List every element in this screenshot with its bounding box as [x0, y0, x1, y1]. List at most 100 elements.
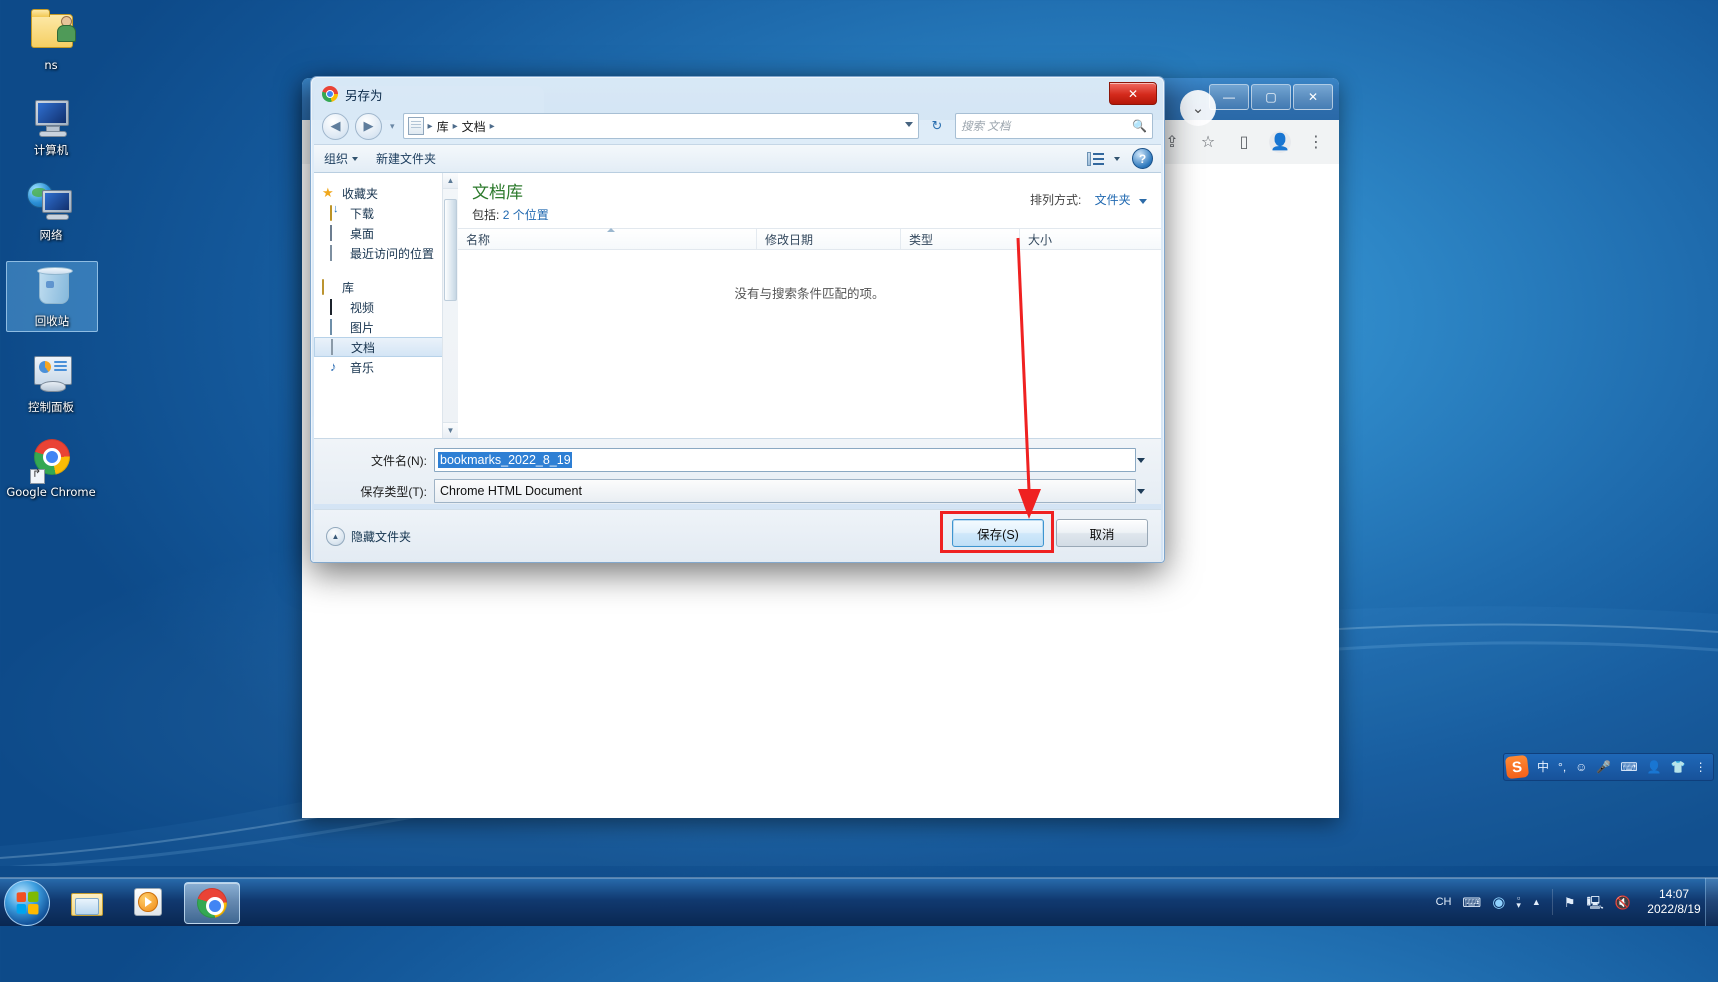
- organize-label: 组织: [324, 152, 349, 166]
- nav-item-label: 下载: [350, 206, 375, 221]
- desktop-icon-google-chrome[interactable]: Google Chrome: [6, 433, 96, 502]
- navigation-pane[interactable]: ★ 收藏夹 下载 桌面 最近访问的位置 库 视频: [314, 173, 458, 438]
- dialog-main-area: ★ 收藏夹 下载 桌面 最近访问的位置 库 视频: [314, 173, 1161, 439]
- breadcrumb-item-documents[interactable]: 文档: [462, 118, 486, 135]
- show-desktop-button[interactable]: [1705, 878, 1718, 926]
- sidepanel-icon[interactable]: ▯: [1233, 131, 1255, 153]
- desktop-icon-label: 网络: [39, 228, 63, 242]
- savetype-dropdown-icon[interactable]: [1134, 480, 1148, 502]
- sogou-ime-toolbar[interactable]: S 中 °, ☺ 🎤 ⌨ 👤 👕 ⋮: [1503, 753, 1714, 781]
- ime-skin-icon[interactable]: 👕: [1671, 761, 1686, 773]
- organize-button[interactable]: 组织: [324, 150, 359, 167]
- back-button[interactable]: ◀: [322, 112, 349, 140]
- column-header-type[interactable]: 类型: [901, 229, 1020, 249]
- filename-dropdown-icon[interactable]: [1134, 449, 1148, 471]
- arrange-value[interactable]: 文件夹: [1095, 193, 1131, 207]
- ime-punctuation-icon[interactable]: °,: [1558, 761, 1566, 773]
- maximize-button[interactable]: ▢: [1251, 84, 1291, 110]
- profile-icon[interactable]: 👤: [1269, 131, 1291, 153]
- savetype-select[interactable]: Chrome HTML Document: [434, 479, 1136, 503]
- dialog-navigation-bar: ◀ ▶ ▾ ▸ 库 ▸ 文档 ▸ ↻ 搜索 文档 🔍: [314, 108, 1161, 144]
- nav-item-desktop[interactable]: 桌面: [314, 223, 458, 243]
- action-center-icon[interactable]: 🖳: [1586, 896, 1603, 909]
- breadcrumb-dropdown-icon[interactable]: [905, 122, 913, 127]
- system-tray: CH ⌨ ◉ ▫ ▾ ▲ ⚑ 🖳 🔇 14:07 2022/8/19: [1422, 878, 1718, 926]
- desktop-icon-recycle-bin[interactable]: 回收站: [6, 261, 98, 332]
- navigation-pane-scrollbar[interactable]: ▲ ▼: [442, 173, 458, 438]
- taskbar: CH ⌨ ◉ ▫ ▾ ▲ ⚑ 🖳 🔇 14:07 2022/8/19: [0, 877, 1718, 926]
- nav-item-documents[interactable]: 文档: [314, 337, 458, 357]
- change-view-button[interactable]: [1087, 151, 1120, 166]
- dialog-close-button[interactable]: ✕: [1109, 82, 1157, 105]
- desktop-icon-label: Google Chrome: [6, 485, 96, 499]
- desktop-icon-network[interactable]: 网络: [6, 176, 96, 245]
- scroll-down-arrow-icon[interactable]: ▼: [443, 422, 458, 438]
- forward-button[interactable]: ▶: [355, 112, 382, 140]
- nav-item-favorites[interactable]: ★ 收藏夹: [314, 183, 458, 203]
- column-label: 名称: [466, 232, 491, 247]
- includes-locations-link[interactable]: 2 个位置: [503, 208, 549, 222]
- ime-voice-icon[interactable]: 🎤: [1596, 761, 1611, 773]
- help-icon[interactable]: ◉: [1492, 895, 1505, 910]
- refresh-button[interactable]: ↻: [925, 113, 949, 139]
- scrollbar-thumb[interactable]: [444, 199, 457, 301]
- cancel-button[interactable]: 取消: [1056, 519, 1148, 547]
- desktop-icon-computer[interactable]: 计算机: [6, 91, 96, 160]
- nav-item-label: 最近访问的位置: [350, 246, 435, 261]
- close-button[interactable]: ✕: [1293, 84, 1333, 110]
- ime-account-icon[interactable]: 👤: [1647, 761, 1662, 773]
- savetype-row: 保存类型(T): Chrome HTML Document: [314, 478, 1161, 504]
- taskbar-item-windows-explorer[interactable]: [60, 882, 114, 922]
- search-input[interactable]: 搜索 文档 🔍: [955, 113, 1153, 139]
- network-error-icon[interactable]: ⚑: [1564, 896, 1576, 909]
- save-as-dialog[interactable]: 另存为 ✕ ◀ ▶ ▾ ▸ 库 ▸ 文档 ▸ ↻ 搜索 文档 🔍 组织 新建文件…: [310, 76, 1165, 563]
- nav-item-pictures[interactable]: 图片: [314, 317, 458, 337]
- start-button[interactable]: [4, 880, 50, 926]
- taskbar-item-windows-media-player[interactable]: [122, 882, 176, 922]
- scroll-up-arrow-icon[interactable]: ▲: [443, 173, 458, 189]
- nav-item-music[interactable]: ♪ 音乐: [314, 357, 458, 377]
- clock[interactable]: 14:07 2022/8/19: [1642, 887, 1706, 917]
- breadcrumb-item-library[interactable]: 库: [437, 118, 449, 135]
- sogou-logo-icon[interactable]: S: [1504, 754, 1530, 780]
- nav-item-recent-places[interactable]: 最近访问的位置: [314, 243, 458, 263]
- new-tab-chevron-icon[interactable]: ⌄: [1180, 90, 1216, 126]
- recent-locations-caret-icon[interactable]: ▾: [390, 121, 395, 132]
- desktop-icon-control-panel[interactable]: 控制面板: [6, 348, 96, 417]
- nav-item-label: 桌面: [350, 226, 375, 241]
- keyboard-icon[interactable]: ⌨: [1463, 896, 1482, 909]
- nav-item-libraries[interactable]: 库: [314, 277, 458, 297]
- kebab-menu-icon[interactable]: ⋮: [1305, 131, 1327, 153]
- filename-label: 文件名(N):: [371, 453, 427, 468]
- chrome-icon: [197, 888, 227, 918]
- nav-item-videos[interactable]: 视频: [314, 297, 458, 317]
- star-icon[interactable]: ☆: [1197, 131, 1219, 153]
- column-header-name[interactable]: 名称: [458, 228, 757, 249]
- arrange-by-control[interactable]: 排列方式: 文件夹: [1030, 191, 1147, 208]
- desktop-icon-list: ns 计算机 网络 回收站 控制面板 ↱ Google Chrome: [6, 6, 98, 518]
- ime-menu-icon[interactable]: ⋮: [1695, 761, 1707, 773]
- file-list-pane[interactable]: 文档库 包括: 2 个位置 排列方式: 文件夹 名称 修改日期 类型 大小 没有…: [458, 173, 1161, 438]
- ime-mode-chinese[interactable]: 中: [1537, 761, 1549, 773]
- column-header-date-modified[interactable]: 修改日期: [757, 229, 901, 249]
- desktop-icon-ns[interactable]: ns: [6, 6, 96, 75]
- column-header-size[interactable]: 大小: [1020, 229, 1123, 249]
- nav-pane-gap: [314, 263, 458, 277]
- new-folder-label: 新建文件夹: [376, 152, 437, 166]
- up-arrow-icon[interactable]: ▲: [1532, 896, 1541, 909]
- dialog-titlebar[interactable]: 另存为 ✕: [314, 80, 1161, 108]
- new-folder-button[interactable]: 新建文件夹: [376, 150, 436, 167]
- ime-soft-keyboard-icon[interactable]: ⌨: [1620, 761, 1637, 773]
- filename-input[interactable]: bookmarks_2022_8_19: [434, 448, 1136, 472]
- volume-muted-icon[interactable]: 🔇: [1615, 896, 1631, 909]
- ime-emoji-icon[interactable]: ☺: [1575, 761, 1587, 773]
- nav-item-label: 收藏夹: [342, 186, 379, 201]
- hide-folders-button[interactable]: ▲ 隐藏文件夹: [326, 526, 411, 546]
- nav-item-downloads[interactable]: 下载: [314, 203, 458, 223]
- language-indicator[interactable]: CH: [1436, 896, 1452, 909]
- taskbar-item-google-chrome[interactable]: [184, 882, 240, 924]
- address-breadcrumb-bar[interactable]: ▸ 库 ▸ 文档 ▸: [402, 113, 919, 139]
- help-button[interactable]: ?: [1132, 148, 1153, 169]
- show-hidden-icons-icon[interactable]: ▫ ▾: [1516, 894, 1521, 910]
- downloads-icon: [330, 205, 344, 221]
